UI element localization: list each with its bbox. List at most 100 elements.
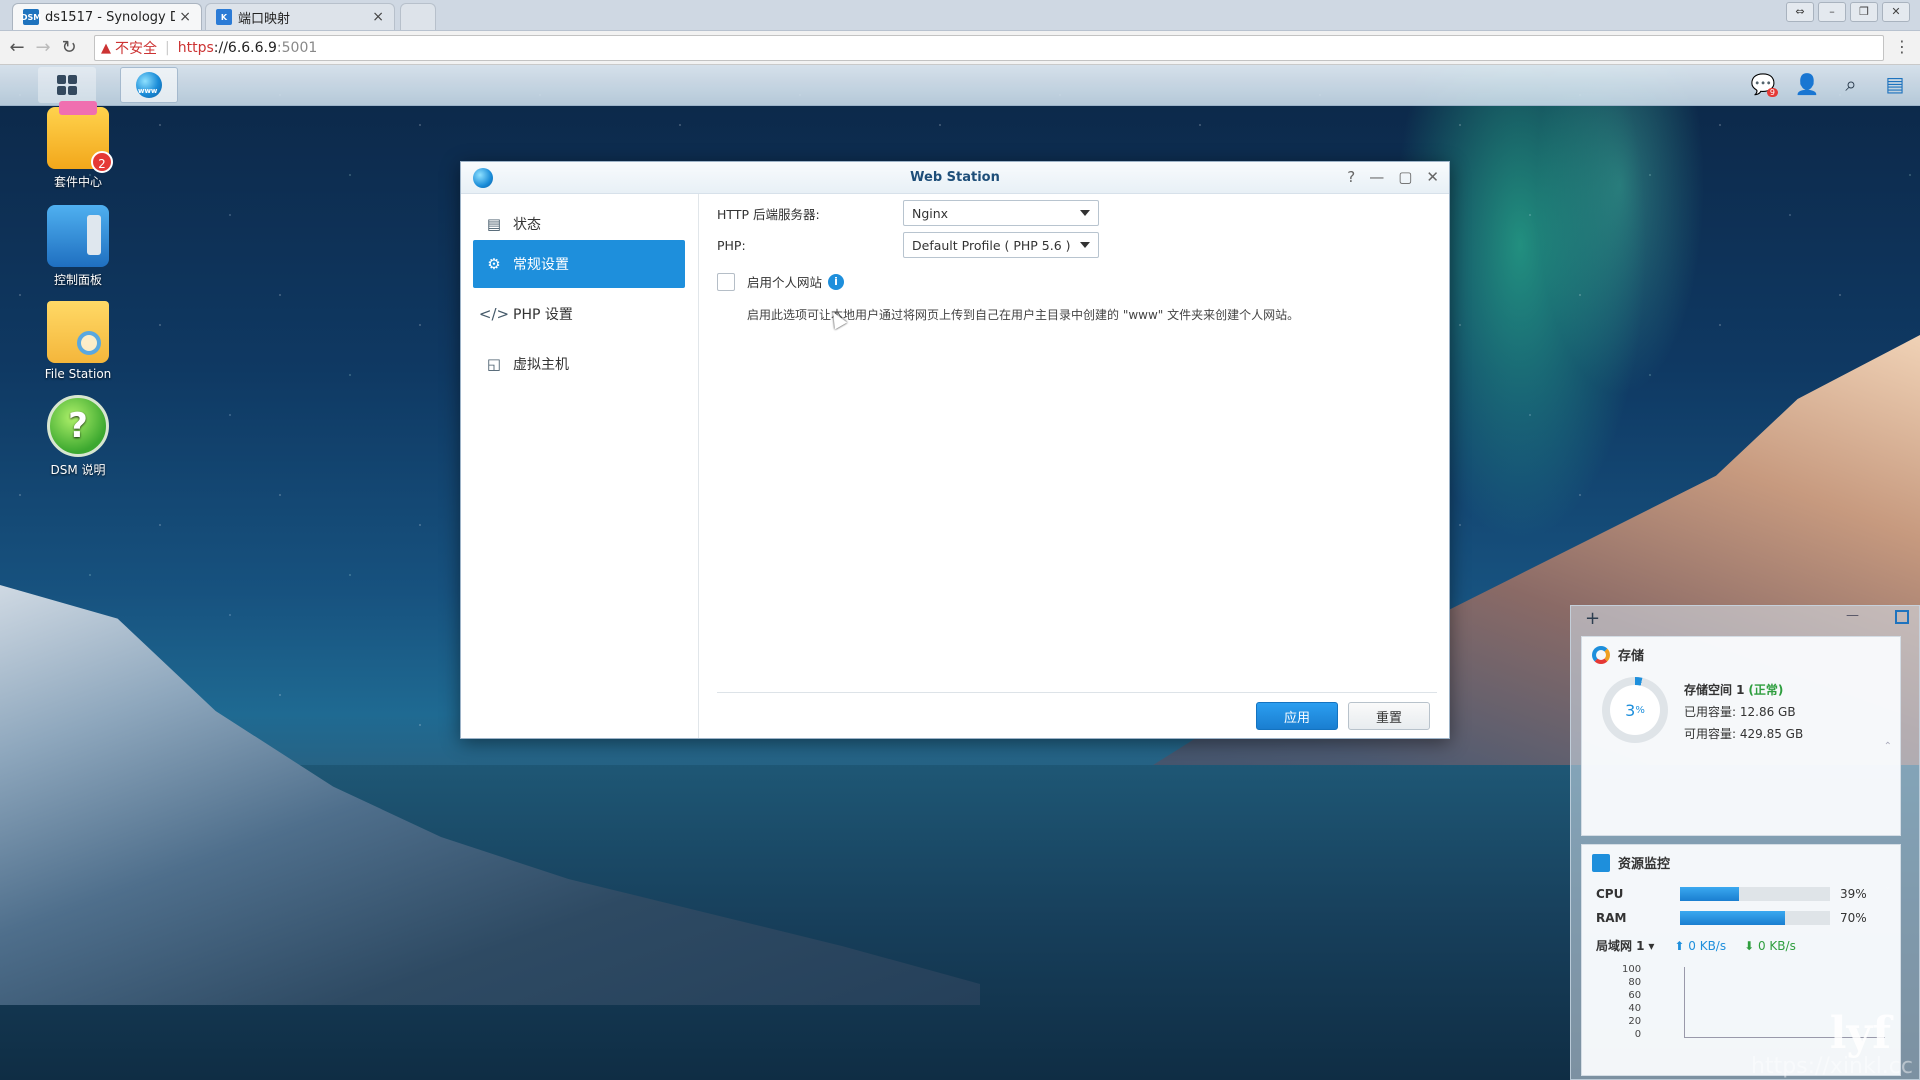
ram-bar-fill — [1680, 911, 1785, 925]
free-value: 429.85 GB — [1739, 727, 1804, 741]
k-favicon-icon: K — [216, 9, 232, 25]
http-backend-select[interactable]: Nginx — [903, 200, 1099, 226]
php-profile-select[interactable]: Default Profile ( PHP 5.6 ) — [903, 232, 1099, 258]
volume-info: 存储空间 1 (正常) 已用容量: 12.86 GB 可用容量: 429.85 … — [1684, 679, 1803, 745]
storage-usage-percent: 3 — [1625, 700, 1636, 720]
http-backend-row: HTTP 后端服务器: Nginx — [717, 200, 1099, 226]
address-toolbar: ← → ↻ ▲ 不安全 | https://6.6.6.9:5001 ⋮ — [0, 31, 1920, 65]
widgets-panel: + — 存储 3% 存储空间 1 (正常) 已用容量: 12.86 GB 可用容… — [1570, 605, 1920, 1080]
url-scheme: https — [177, 40, 214, 56]
insecure-label: 不安全 — [115, 41, 157, 57]
cpu-label: CPU — [1596, 887, 1624, 901]
window-controls: ⇔ – ❐ ✕ — [1786, 2, 1910, 22]
desktop-icon-label: DSM 说明 — [50, 463, 106, 477]
taskbar-web-station[interactable] — [120, 67, 178, 103]
nav-item-php-settings[interactable]: </> PHP 设置 — [473, 290, 685, 338]
free-label: 可用容量: — [1684, 727, 1737, 741]
url-separator: | — [165, 40, 170, 56]
cpu-bar-fill — [1680, 887, 1739, 901]
nav-item-label: 虚拟主机 — [513, 357, 569, 373]
network-select[interactable]: 局域网 1 ▾ — [1596, 937, 1654, 954]
browser-menu-icon[interactable]: ⋮ — [1894, 37, 1910, 56]
desktop-icon-label: 控制面板 — [53, 273, 102, 287]
desktop-icon-file-station[interactable]: File Station — [30, 301, 126, 381]
volume-name: 存储空间 1 — [1684, 683, 1745, 697]
volume-status: (正常) — [1748, 683, 1784, 697]
new-tab-button[interactable] — [400, 3, 436, 30]
user-icon[interactable]: 👤 — [1794, 71, 1820, 97]
search-icon[interactable]: ⌕ — [1838, 71, 1864, 97]
maximize-icon[interactable]: ▢ — [1398, 168, 1412, 186]
info-icon[interactable]: i — [828, 273, 845, 290]
cpu-row: CPU 39% — [1596, 887, 1867, 901]
help-icon[interactable]: ? — [1347, 168, 1355, 186]
y-tick: 40 — [1628, 1003, 1642, 1014]
reset-button[interactable]: 重置 — [1348, 702, 1430, 730]
widgets-header: + — — [1571, 606, 1919, 632]
file-station-icon — [47, 301, 109, 363]
close-tab-icon[interactable]: × — [179, 9, 191, 25]
nav-item-label: 常规设置 — [513, 257, 569, 273]
minimize-widgets-icon[interactable]: — — [1846, 608, 1859, 623]
url-input[interactable]: ▲ 不安全 | https://6.6.6.9:5001 — [94, 35, 1884, 61]
window-title-bar[interactable]: Web Station ? — ▢ ✕ — [461, 162, 1449, 194]
widgets-toggle-icon[interactable]: ▤ — [1882, 71, 1908, 97]
cpu-bar — [1680, 887, 1830, 901]
virtual-host-icon: ◱ — [486, 355, 502, 373]
storage-widget: 存储 3% 存储空间 1 (正常) 已用容量: 12.86 GB 可用容量: 4… — [1581, 636, 1901, 892]
personal-website-label[interactable]: 启用个人网站 — [747, 272, 822, 291]
nav-item-label: PHP 设置 — [513, 307, 573, 323]
settings-content: HTTP 后端服务器: Nginx PHP: Default Profile (… — [717, 194, 1437, 684]
url-host: ://6.6.6.9 — [213, 40, 277, 56]
personal-website-checkbox[interactable] — [717, 272, 735, 291]
nav-item-virtual-host[interactable]: ◱ 虚拟主机 — [473, 340, 685, 388]
ram-label: RAM — [1596, 911, 1627, 925]
download-speed: ⬇ 0 KB/s — [1744, 938, 1796, 953]
desktop-icon-dsm-help[interactable]: ? DSM 说明 — [30, 395, 126, 478]
url-port: :5001 — [276, 40, 318, 56]
add-widget-icon[interactable]: + — [1585, 608, 1600, 629]
reload-icon[interactable]: ↻ — [58, 37, 80, 58]
close-icon[interactable]: ✕ — [1426, 168, 1439, 186]
maximize-window-icon[interactable]: ❐ — [1850, 2, 1878, 22]
storage-icon — [1592, 645, 1610, 664]
forward-arrow-icon[interactable]: → — [32, 37, 54, 58]
y-tick: 0 — [1634, 1029, 1642, 1040]
close-tab-icon[interactable]: × — [372, 9, 384, 25]
system-tray: 💬 9 👤 ⌕ ▤ — [1750, 71, 1908, 97]
minimize-window-icon[interactable]: – — [1818, 2, 1846, 22]
widget-pin-icon[interactable] — [1895, 610, 1909, 624]
y-tick: 80 — [1628, 977, 1642, 988]
ram-percent: 70% — [1840, 911, 1867, 925]
dsm-taskbar: 💬9 👤 ⌕ ▤ — [0, 65, 1920, 106]
browser-tab-port-mapping[interactable]: K 端口映射 × — [205, 3, 395, 30]
restore-window-icon[interactable]: ⇔ — [1786, 2, 1814, 22]
browser-tab-strip: DSM ds1517 - Synology Disk × K 端口映射 × ⇔ … — [0, 0, 1920, 31]
browser-tab-dsm[interactable]: DSM ds1517 - Synology Disk × — [12, 3, 202, 30]
desktop-icon-label: File Station — [44, 367, 112, 381]
watermark-logo: lyf — [1829, 1008, 1891, 1059]
main-menu-button[interactable] — [38, 67, 96, 103]
apply-button[interactable]: 应用 — [1256, 702, 1338, 730]
select-value: Default Profile ( PHP 5.6 ) — [912, 237, 1071, 253]
monitor-header: 资源监控 — [1592, 853, 1670, 872]
used-value: 12.86 GB — [1739, 705, 1796, 719]
window-title: Web Station — [910, 170, 1000, 185]
dsm-favicon-icon: DSM — [21, 9, 41, 25]
upload-value: 0 KB/s — [1688, 938, 1727, 953]
close-window-icon[interactable]: ✕ — [1882, 2, 1910, 22]
ram-row: RAM 70% — [1596, 911, 1867, 925]
percent-sign: % — [1635, 704, 1645, 716]
desktop-icon-package-center[interactable]: 2 套件中心 — [30, 101, 126, 190]
nav-item-general-settings[interactable]: ⚙ 常规设置 — [473, 240, 685, 288]
back-arrow-icon[interactable]: ← — [6, 37, 28, 58]
control-panel-icon — [47, 205, 109, 267]
notification-icon[interactable]: 💬 9 — [1750, 71, 1778, 97]
minimize-icon[interactable]: — — [1369, 168, 1384, 186]
desktop-icon-control-panel[interactable]: 控制面板 — [30, 205, 126, 288]
http-backend-label: HTTP 后端服务器: — [717, 206, 820, 222]
storage-header: 存储 — [1592, 645, 1644, 664]
personal-website-row: 启用个人网站 i — [717, 272, 845, 291]
help-icon: ? — [47, 395, 109, 457]
tab-title: 端口映射 — [238, 11, 291, 27]
